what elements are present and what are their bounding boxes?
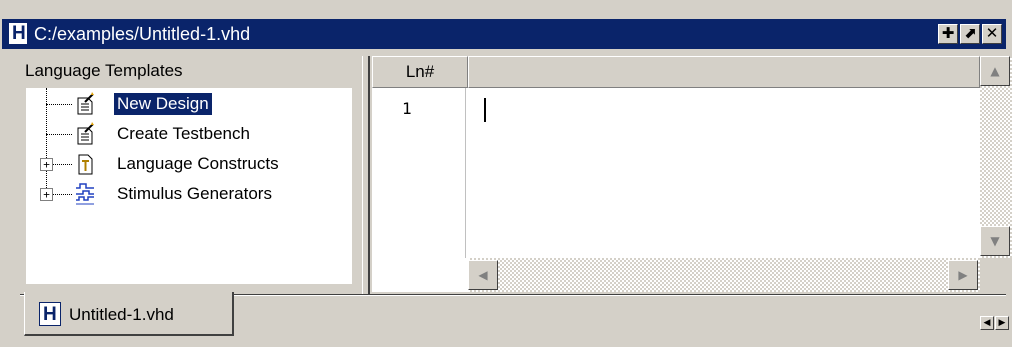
vertical-scrollbar[interactable]: ▲ ▼ — [980, 56, 1012, 292]
vhdl-file-icon: H — [8, 22, 28, 45]
scroll-right-arrow-icon[interactable]: ▶ — [948, 260, 978, 290]
tree-branch — [46, 104, 72, 105]
vhdl-file-icon: H — [39, 302, 61, 326]
tree-item-label: Language Constructs — [117, 154, 279, 173]
tree-item-stimulus-generators[interactable]: + Stimulus Generators — [26, 180, 346, 208]
code-column-header — [468, 56, 980, 88]
float-button[interactable]: ⬈ — [960, 24, 980, 44]
line-number-gutter: 1 — [372, 88, 466, 258]
panel-title: Language Templates — [25, 61, 183, 80]
window-titlebar[interactable]: H C:/examples/Untitled-1.vhd ✚ ⬈ ✕ — [2, 19, 1006, 49]
panel-splitter[interactable] — [362, 56, 370, 294]
scrollbar-corner — [980, 258, 1012, 292]
waveform-icon — [76, 183, 94, 205]
horizontal-scrollbar[interactable]: ◀ ▶ — [468, 258, 980, 292]
tree-item-label: Stimulus Generators — [117, 184, 272, 203]
wizard-icon — [77, 122, 94, 145]
close-button[interactable]: ✕ — [982, 24, 1002, 44]
tab-untitled-1-vhd[interactable]: H Untitled-1.vhd — [24, 292, 234, 336]
tab-scroll-right-icon[interactable]: ▶ — [995, 316, 1009, 330]
file-icon-letter: H — [12, 23, 26, 44]
file-icon-letter: H — [43, 304, 57, 325]
scroll-left-arrow-icon[interactable]: ◀ — [468, 260, 498, 290]
code-text-area[interactable] — [468, 88, 980, 258]
tree-item-label: Create Testbench — [117, 124, 250, 143]
tree-branch — [46, 134, 72, 135]
language-templates-panel: Language Templates New Design Create Tes… — [20, 56, 362, 286]
expand-plus-icon[interactable]: + — [40, 158, 53, 171]
text-caret — [484, 98, 486, 122]
template-icon — [78, 154, 93, 175]
wizard-icon — [77, 92, 94, 115]
tree-item-new-design[interactable]: New Design — [26, 90, 346, 118]
expand-plus-icon[interactable]: + — [40, 188, 53, 201]
tree-item-create-testbench[interactable]: Create Testbench — [26, 120, 346, 148]
tab-label: Untitled-1.vhd — [69, 305, 174, 324]
window-title: C:/examples/Untitled-1.vhd — [34, 24, 251, 44]
tree-item-language-constructs[interactable]: + Language Constructs — [26, 150, 346, 178]
tree-item-label: New Design — [114, 93, 212, 115]
templates-tree[interactable]: New Design Create Testbench + Language C… — [26, 88, 352, 284]
dock-button[interactable]: ✚ — [938, 24, 958, 44]
line-number-header: Ln# — [372, 56, 468, 88]
code-editor[interactable]: Ln# 1 ▲ ▼ ◀ ▶ — [372, 56, 1012, 292]
tab-scroll-left-icon[interactable]: ◀ — [980, 316, 994, 330]
scroll-up-arrow-icon[interactable]: ▲ — [980, 56, 1010, 86]
scroll-down-arrow-icon[interactable]: ▼ — [980, 226, 1010, 256]
line-number: 1 — [402, 99, 412, 118]
